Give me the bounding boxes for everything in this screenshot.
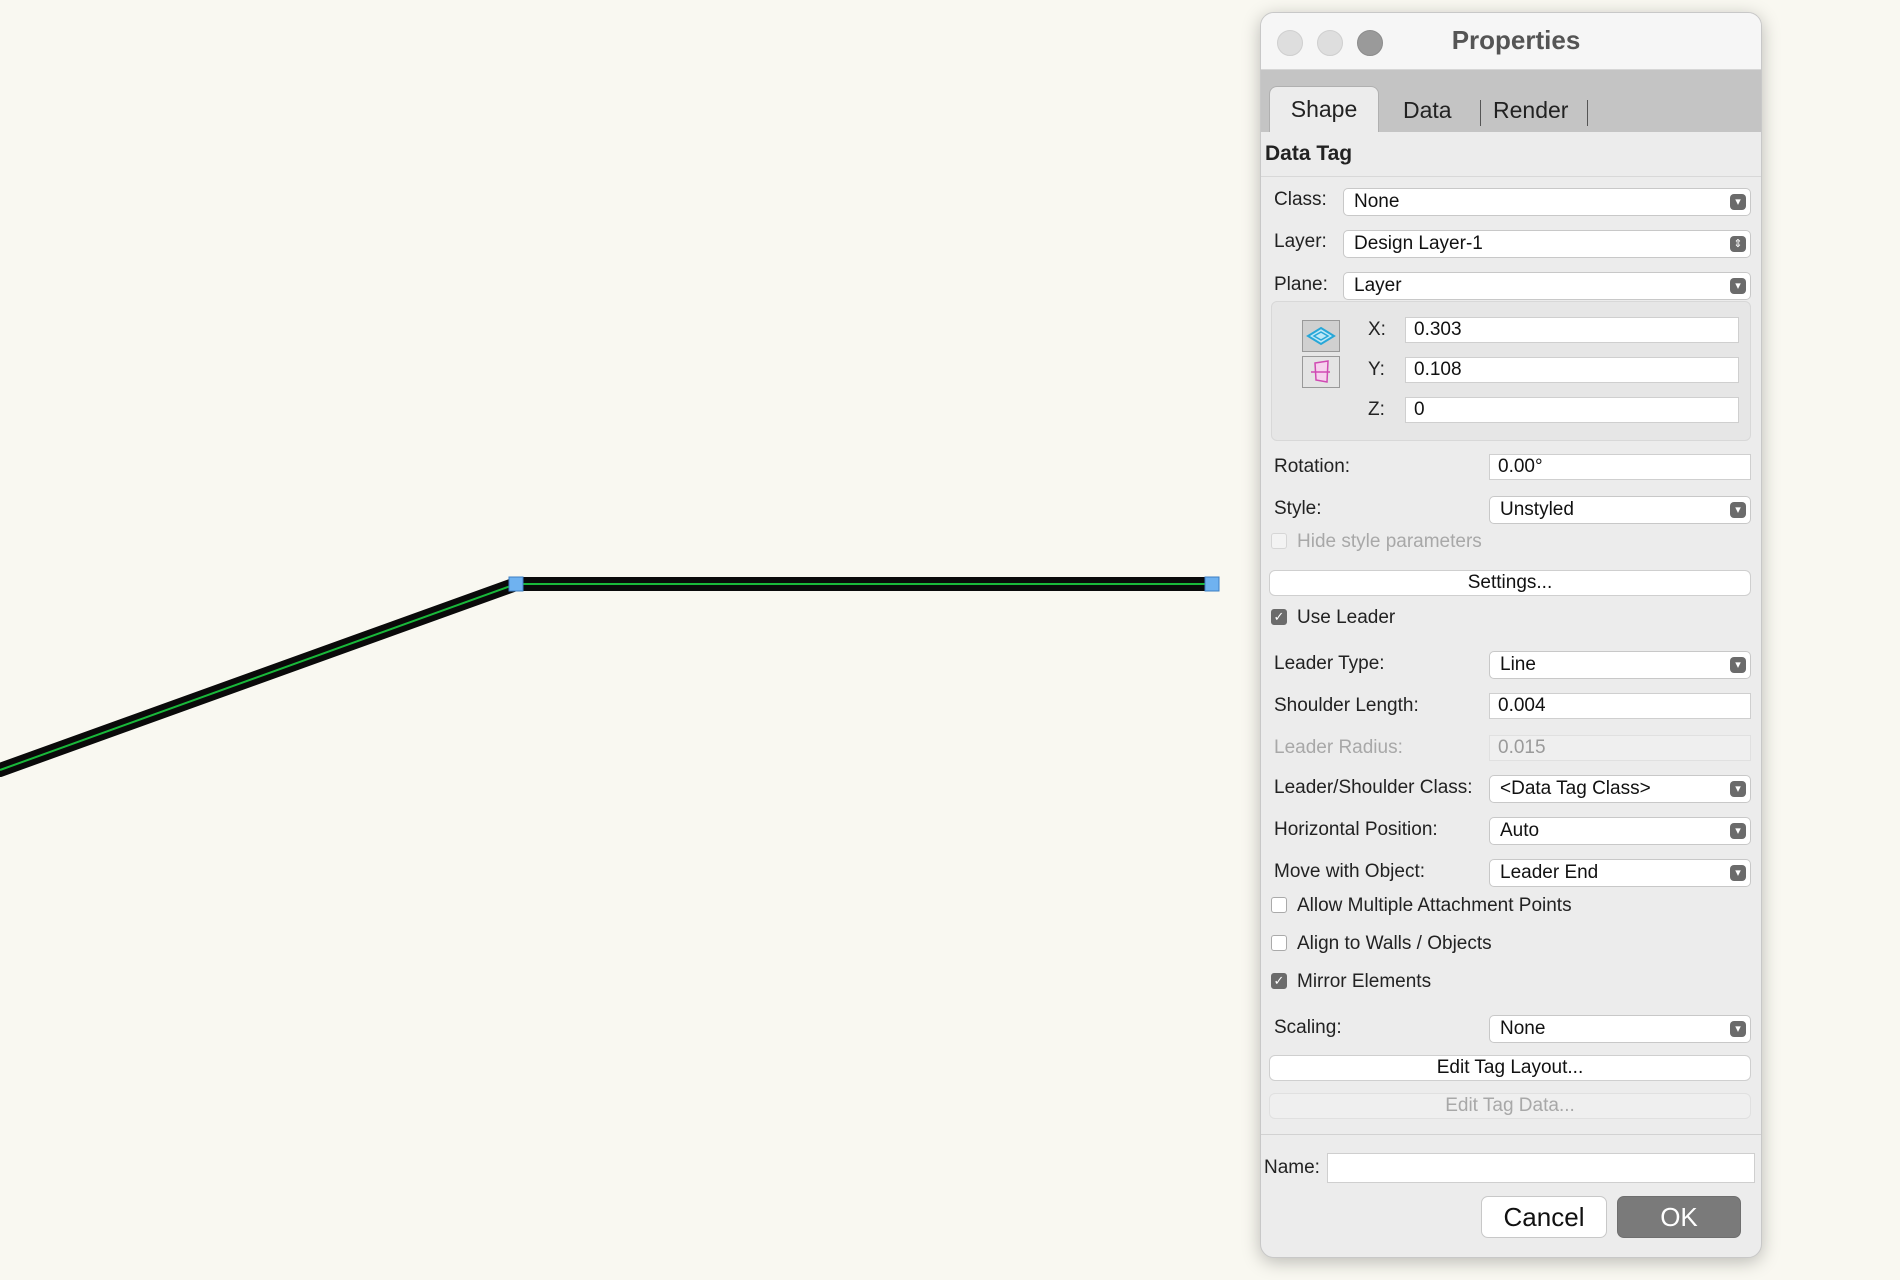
chevron-down-icon: ▾ xyxy=(1730,194,1746,210)
leader-vertex-handle[interactable] xyxy=(508,576,524,592)
y-field[interactable]: 0.108 xyxy=(1405,357,1739,383)
cancel-button[interactable]: Cancel xyxy=(1481,1196,1607,1238)
hide-style-parameters-label: Hide style parameters xyxy=(1297,531,1482,552)
style-select[interactable]: Unstyled ▾ xyxy=(1489,496,1751,524)
chevron-down-icon: ▾ xyxy=(1730,823,1746,839)
settings-button[interactable]: Settings... xyxy=(1269,570,1751,596)
dialog-title: Properties xyxy=(1451,25,1581,55)
shoulder-length-label: Shoulder Length: xyxy=(1274,695,1419,716)
align-to-walls-checkbox[interactable] xyxy=(1271,935,1287,951)
edit-tag-data-button[interactable]: Edit Tag Data... xyxy=(1269,1093,1751,1119)
y-label: Y: xyxy=(1368,359,1385,380)
layer-label: Layer: xyxy=(1274,231,1327,252)
layer-select[interactable]: Design Layer-1 ⇕ xyxy=(1343,230,1751,258)
leader-shoulder-class-value: <Data Tag Class> xyxy=(1500,778,1651,799)
scaling-select[interactable]: None ▾ xyxy=(1489,1015,1751,1043)
rotation-field[interactable]: 0.00° xyxy=(1489,454,1751,480)
move-with-object-select[interactable]: Leader End ▾ xyxy=(1489,859,1751,887)
allow-multiple-attachment-checkbox[interactable] xyxy=(1271,897,1287,913)
tab-separator xyxy=(1480,100,1481,126)
align-to-walls-label: Align to Walls / Objects xyxy=(1297,933,1492,954)
chevron-down-icon: ▾ xyxy=(1730,657,1746,673)
title-bar: Properties xyxy=(1261,13,1761,70)
z-label: Z: xyxy=(1368,399,1385,420)
hide-style-parameters-checkbox[interactable] xyxy=(1271,533,1287,549)
chevron-down-icon: ▾ xyxy=(1730,781,1746,797)
shoulder-length-field[interactable]: 0.004 xyxy=(1489,693,1751,719)
leader-radius-label: Leader Radius: xyxy=(1274,737,1403,758)
class-label: Class: xyxy=(1274,189,1327,210)
mirror-elements-checkbox[interactable]: ✓ xyxy=(1271,973,1287,989)
leader-radius-field[interactable]: 0.015 xyxy=(1489,735,1751,761)
layer-value: Design Layer-1 xyxy=(1354,233,1483,254)
scaling-label: Scaling: xyxy=(1274,1017,1342,1038)
chevron-down-icon: ▾ xyxy=(1730,502,1746,518)
plane-label: Plane: xyxy=(1274,274,1328,295)
drawing-canvas[interactable] xyxy=(0,0,1260,1280)
divider xyxy=(1261,1134,1761,1135)
tab-shape[interactable]: Shape xyxy=(1269,86,1379,133)
horizontal-position-select[interactable]: Auto ▾ xyxy=(1489,817,1751,845)
style-label: Style: xyxy=(1274,498,1322,519)
use-leader-label: Use Leader xyxy=(1297,607,1396,628)
tab-separator xyxy=(1587,100,1588,126)
ok-button[interactable]: OK xyxy=(1617,1196,1741,1238)
z-field[interactable]: 0 xyxy=(1405,397,1739,423)
updown-arrows-icon: ⇕ xyxy=(1730,236,1746,252)
plane-value: Layer xyxy=(1354,275,1402,296)
use-leader-checkbox[interactable]: ✓ xyxy=(1271,609,1287,625)
leader-type-select[interactable]: Line ▾ xyxy=(1489,651,1751,679)
leader-type-label: Leader Type: xyxy=(1274,653,1385,674)
leader-line-highlight xyxy=(0,583,1212,771)
edit-tag-layout-button[interactable]: Edit Tag Layout... xyxy=(1269,1055,1751,1081)
chevron-down-icon: ▾ xyxy=(1730,1021,1746,1037)
move-with-object-label: Move with Object: xyxy=(1274,861,1425,882)
class-select[interactable]: None ▾ xyxy=(1343,188,1751,216)
scaling-value: None xyxy=(1500,1018,1546,1039)
mirror-elements-label: Mirror Elements xyxy=(1297,971,1432,992)
class-value: None xyxy=(1354,191,1400,212)
horizontal-position-value: Auto xyxy=(1500,820,1540,841)
chevron-down-icon: ▾ xyxy=(1730,865,1746,881)
properties-dialog: Properties Shape Data Render Data Tag Cl… xyxy=(1260,12,1762,1258)
leader-end-handle[interactable] xyxy=(1204,576,1220,592)
leader-type-value: Line xyxy=(1500,654,1536,675)
tab-data[interactable]: Data xyxy=(1403,88,1452,132)
screen-plane-icon[interactable] xyxy=(1302,356,1340,388)
plane-select[interactable]: Layer ▾ xyxy=(1343,272,1751,300)
name-label: Name: xyxy=(1264,1157,1320,1178)
leader-shoulder-class-select[interactable]: <Data Tag Class> ▾ xyxy=(1489,775,1751,803)
allow-multiple-attachment-label: Allow Multiple Attachment Points xyxy=(1297,895,1572,916)
leader-line[interactable] xyxy=(0,577,1219,777)
move-with-object-value: Leader End xyxy=(1500,862,1599,883)
tab-bar: Shape Data Render xyxy=(1261,70,1761,133)
chevron-down-icon: ▾ xyxy=(1730,278,1746,294)
leader-shoulder-class-label: Leader/Shoulder Class: xyxy=(1274,777,1473,798)
layer-plane-icon[interactable] xyxy=(1302,320,1340,352)
rotation-label: Rotation: xyxy=(1274,456,1351,477)
name-field[interactable] xyxy=(1327,1153,1755,1183)
tab-render[interactable]: Render xyxy=(1493,88,1568,132)
section-title: Data Tag xyxy=(1261,132,1761,177)
x-field[interactable]: 0.303 xyxy=(1405,317,1739,343)
style-value: Unstyled xyxy=(1500,499,1574,520)
horizontal-position-label: Horizontal Position: xyxy=(1274,819,1438,840)
x-label: X: xyxy=(1368,319,1386,340)
